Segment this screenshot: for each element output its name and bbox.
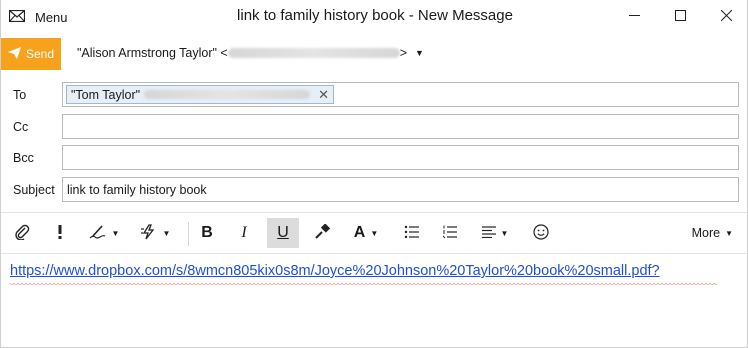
underline-icon: U xyxy=(277,224,289,241)
dropbox-link[interactable]: https://www.dropbox.com/s/8wmcn805kix0s8… xyxy=(10,263,660,279)
maximize-button[interactable] xyxy=(657,0,703,32)
minimize-button[interactable] xyxy=(611,0,657,32)
italic-icon: I xyxy=(241,224,247,241)
close-button[interactable] xyxy=(703,0,748,32)
from-selector[interactable]: "Alison Armstrong Taylor" < > ▼ xyxy=(77,46,424,60)
chevron-down-icon: ▼ xyxy=(162,228,171,238)
quick-action-button[interactable]: ▼ xyxy=(135,218,175,248)
attach-button[interactable] xyxy=(9,218,35,248)
font-button[interactable]: A ▼ xyxy=(347,218,385,248)
more-label: More xyxy=(691,226,721,240)
remove-recipient-icon[interactable]: ✕ xyxy=(318,87,329,103)
bcc-field[interactable] xyxy=(62,145,739,170)
recipient-name: "Tom Taylor" xyxy=(71,87,141,102)
recipient-chip[interactable]: "Tom Taylor" ✕ xyxy=(66,85,334,104)
send-label: Send xyxy=(25,47,55,61)
close-icon xyxy=(720,9,732,24)
chevron-down-icon: ▼ xyxy=(370,228,379,238)
signature-button[interactable]: ▼ xyxy=(85,218,123,248)
numbered-list-icon xyxy=(442,225,458,242)
align-button[interactable]: ▼ xyxy=(477,218,513,248)
window-controls xyxy=(611,0,748,32)
bullet-list-icon xyxy=(404,225,420,242)
emoji-button[interactable] xyxy=(528,218,554,248)
spellcheck-underline xyxy=(10,283,717,286)
cc-row: Cc xyxy=(1,114,748,140)
chevron-down-icon: ▼ xyxy=(500,228,509,238)
bcc-label: Bcc xyxy=(13,151,34,165)
toolbar-divider xyxy=(188,222,189,246)
from-email-redacted xyxy=(227,48,400,58)
subject-row: Subject xyxy=(1,177,748,203)
recipient-email-redacted xyxy=(144,90,311,99)
cc-input[interactable] xyxy=(63,115,738,138)
bcc-input[interactable] xyxy=(63,146,738,169)
format-painter-button[interactable] xyxy=(309,218,335,248)
maximize-icon xyxy=(674,9,686,24)
numbered-list-button[interactable] xyxy=(437,218,463,248)
message-body[interactable]: https://www.dropbox.com/s/8wmcn805kix0s8… xyxy=(1,255,748,347)
mail-icon xyxy=(8,9,26,25)
subject-field[interactable] xyxy=(62,177,739,202)
compose-window: Menu link to family history book - New M… xyxy=(0,0,748,348)
title-bar: Menu link to family history book - New M… xyxy=(1,0,748,34)
chevron-down-icon: ▼ xyxy=(725,228,733,238)
format-toolbar: ▼ ▼ B I U A ▼ ▼ More ▼ xyxy=(1,212,748,254)
menu-label: Menu xyxy=(35,9,68,25)
chevron-down-icon: ▼ xyxy=(415,48,424,58)
send-icon xyxy=(7,46,21,62)
cc-field[interactable] xyxy=(62,114,739,139)
bold-button[interactable]: B xyxy=(194,218,220,248)
attach-icon xyxy=(14,224,30,243)
subject-label: Subject xyxy=(13,183,55,197)
bold-icon: B xyxy=(201,224,213,241)
send-row: Send "Alison Armstrong Taylor" < > ▼ xyxy=(1,38,748,70)
from-suffix: > xyxy=(399,46,408,60)
quick-action-icon xyxy=(140,223,158,243)
menu-button[interactable]: Menu xyxy=(8,6,68,28)
more-button[interactable]: More ▼ xyxy=(692,226,733,240)
to-label: To xyxy=(13,88,27,102)
subject-input[interactable] xyxy=(63,178,738,201)
bullet-list-button[interactable] xyxy=(399,218,425,248)
importance-icon xyxy=(57,224,63,243)
emoji-icon xyxy=(533,223,549,243)
underline-button[interactable]: U xyxy=(267,218,299,248)
format-painter-icon xyxy=(314,222,331,243)
chevron-down-icon: ▼ xyxy=(111,228,120,238)
signature-icon xyxy=(89,224,107,243)
align-icon xyxy=(481,225,496,241)
bcc-row: Bcc xyxy=(1,145,748,171)
to-row: To "Tom Taylor" ✕ xyxy=(1,82,748,108)
minimize-icon xyxy=(628,9,640,24)
italic-button[interactable]: I xyxy=(231,218,257,248)
cc-label: Cc xyxy=(13,120,29,134)
from-display: "Alison Armstrong Taylor" < xyxy=(77,46,228,60)
to-field[interactable]: "Tom Taylor" ✕ xyxy=(62,82,739,107)
font-icon: A xyxy=(353,224,366,241)
send-button[interactable]: Send xyxy=(1,38,61,70)
importance-button[interactable] xyxy=(47,218,73,248)
